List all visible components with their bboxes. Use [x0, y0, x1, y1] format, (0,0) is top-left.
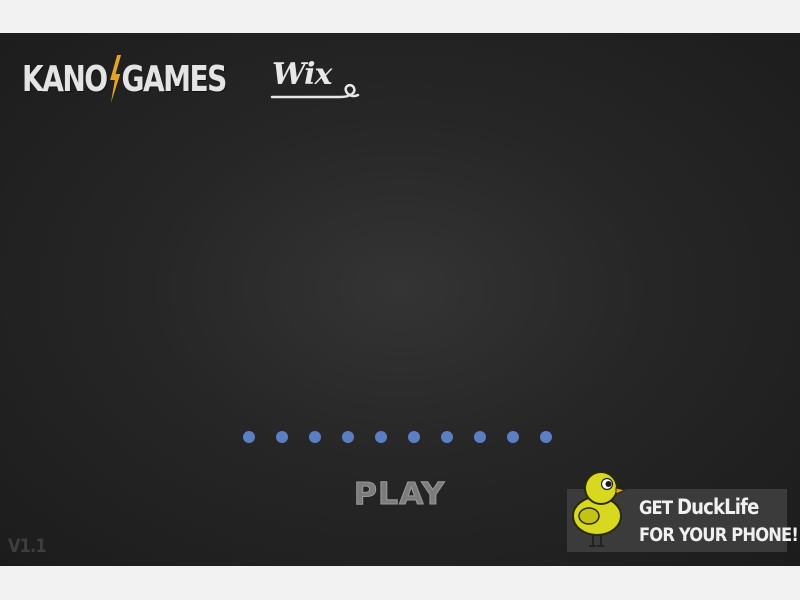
promo-text: GET DuckLife FOR YOUR PHONE! — [639, 494, 799, 549]
kano-logo-text-kano: KANO — [22, 58, 108, 100]
kano-games-logo[interactable]: KANO GAMES — [22, 53, 227, 105]
loader-dot — [342, 431, 354, 443]
loader-dot — [243, 431, 255, 443]
play-button-label: PLAY — [354, 476, 446, 512]
loader-dot — [375, 431, 387, 443]
loader-dot — [408, 431, 420, 443]
loader-dot — [441, 431, 453, 443]
promo-brand: DuckLife — [676, 495, 759, 519]
game-stage: KANO GAMES Wix PLAY V1.1 GET DuckLife FO… — [0, 33, 800, 566]
get-ducklife-banner[interactable]: GET DuckLife FOR YOUR PHONE! — [567, 471, 799, 554]
duck-icon — [572, 471, 627, 547]
wix-underline-icon — [270, 83, 360, 99]
wix-logo[interactable]: Wix — [270, 55, 360, 103]
loader-dot — [507, 431, 519, 443]
loader-dot — [309, 431, 321, 443]
play-button[interactable]: PLAY — [330, 473, 470, 515]
loader-dot — [540, 431, 552, 443]
loader-dot — [276, 431, 288, 443]
kano-logo-text-games: GAMES — [121, 58, 227, 100]
loading-indicator — [243, 431, 563, 447]
promo-line1-prefix: GET — [639, 497, 677, 519]
version-label: V1.1 — [8, 535, 47, 557]
promo-line2: FOR YOUR PHONE! — [639, 524, 799, 546]
loader-dot — [474, 431, 486, 443]
